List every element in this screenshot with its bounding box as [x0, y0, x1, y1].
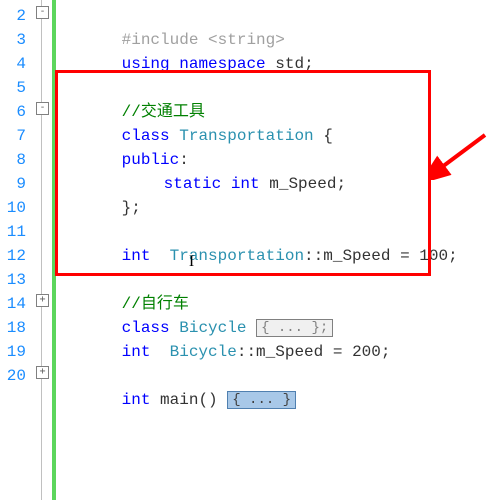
fold-gutter: - - + + — [32, 0, 52, 500]
fold-toggle-icon[interactable]: - — [36, 6, 49, 19]
line-number: 20 — [0, 364, 26, 388]
line-number: 11 — [0, 220, 26, 244]
line-number: 2 — [0, 4, 26, 28]
code-line: class Bicycle { ... }; — [56, 292, 500, 316]
line-number: 13 — [0, 268, 26, 292]
line-number: 5 — [0, 76, 26, 100]
code-line: //交通工具 — [56, 76, 500, 100]
fold-toggle-icon[interactable]: + — [36, 294, 49, 307]
arrow-icon — [430, 130, 490, 180]
line-number-gutter: 2 3 4 5 6 7 8 9 10 11 12 13 14 18 19 20 — [0, 0, 32, 500]
code-text-area[interactable]: #include <string> using namespace std; /… — [52, 0, 500, 500]
line-number: 6 — [0, 100, 26, 124]
code-line: int Bicycle::m_Speed = 200; — [56, 316, 500, 340]
code-line — [56, 52, 500, 76]
line-number: 9 — [0, 172, 26, 196]
code-line — [56, 196, 500, 220]
line-number: 12 — [0, 244, 26, 268]
code-editor: 2 3 4 5 6 7 8 9 10 11 12 13 14 18 19 20 … — [0, 0, 500, 500]
code-line: //自行车 — [56, 268, 500, 292]
punct-token: () — [198, 391, 217, 409]
code-line — [56, 340, 500, 364]
code-line: I — [56, 244, 500, 268]
keyword-token: int — [122, 391, 151, 409]
code-line: using namespace std; — [56, 28, 500, 52]
code-line: #include <string> — [56, 4, 500, 28]
line-number: 4 — [0, 52, 26, 76]
line-number: 7 — [0, 124, 26, 148]
code-line: int main() { ... } — [56, 364, 500, 388]
ident-token: main — [160, 391, 198, 409]
code-line: class Transportation { — [56, 100, 500, 124]
line-number: 19 — [0, 340, 26, 364]
folded-region[interactable]: { ... } — [227, 391, 296, 409]
line-number: 14 — [0, 292, 26, 316]
line-number: 18 — [0, 316, 26, 340]
fold-toggle-icon[interactable]: - — [36, 102, 49, 115]
fold-toggle-icon[interactable]: + — [36, 366, 49, 379]
line-number: 10 — [0, 196, 26, 220]
line-number: 8 — [0, 148, 26, 172]
code-line: int Transportation::m_Speed = 100; — [56, 220, 500, 244]
line-number: 3 — [0, 28, 26, 52]
